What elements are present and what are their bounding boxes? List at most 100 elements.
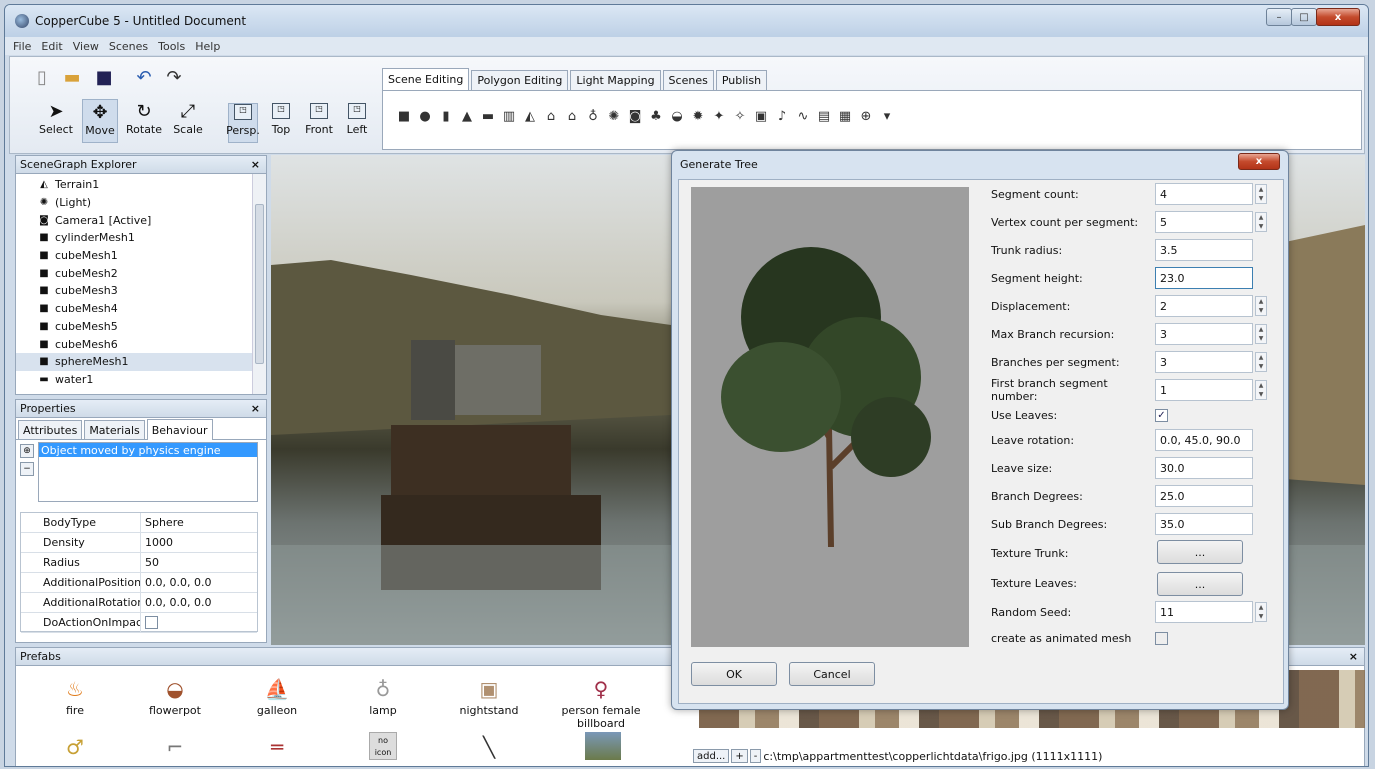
scenegraph-item-water1[interactable]: ▬ water1 [16, 371, 266, 389]
scenegraph-item-cubemesh4[interactable]: ■ cubeMesh4 [16, 300, 266, 318]
tab-scene-editing[interactable]: Scene Editing [382, 68, 470, 90]
tab-behaviour[interactable]: Behaviour [146, 419, 213, 440]
sphere-icon[interactable]: ● [416, 107, 434, 125]
minimize-button[interactable]: – [1266, 8, 1292, 26]
tree-icon[interactable]: ♣ [647, 107, 665, 125]
property-row[interactable]: BodyType Sphere [21, 513, 257, 533]
prefab-galleon[interactable]: ⛵ galleon [222, 674, 332, 717]
view-top-button[interactable]: ◳ Top [266, 103, 296, 143]
segment-height-input[interactable]: 23.0 [1155, 267, 1253, 289]
globe-icon[interactable]: ⊕ [857, 107, 875, 125]
light-bulb-icon[interactable]: ♁ [584, 107, 602, 125]
camera-icon[interactable]: ◙ [626, 107, 644, 125]
gradient-icon[interactable]: ▤ [815, 107, 833, 125]
scenegraph-item-light[interactable]: ✺ (Light) [16, 194, 266, 212]
more-icon[interactable]: ▾ [878, 107, 896, 125]
tab-publish[interactable]: Publish [715, 70, 768, 90]
do-action-checkbox[interactable] [145, 616, 158, 629]
tab-scenes[interactable]: Scenes [662, 70, 714, 90]
displacement-spinner[interactable]: ▲ ▼ [1255, 296, 1267, 316]
skybox-icon[interactable]: ▣ [752, 107, 770, 125]
prefab-flowerpot[interactable]: ◒ flowerpot [120, 674, 230, 717]
cancel-button[interactable]: Cancel [789, 662, 875, 686]
vertex-count-input[interactable]: 5 [1155, 211, 1253, 233]
max-branch-recursion-spinner[interactable]: ▲ ▼ [1255, 324, 1267, 344]
scenegraph-item-cubemesh3[interactable]: ■ cubeMesh3 [16, 282, 266, 300]
view-persp-button[interactable]: ◳ Persp. [226, 103, 260, 143]
prefab-lamp[interactable]: ♁ lamp [328, 674, 438, 717]
prefab-item[interactable]: ═ [222, 732, 332, 762]
cylinder-icon[interactable]: ▮ [437, 107, 455, 125]
water-icon[interactable]: ◒ [668, 107, 686, 125]
scenegraph-item-cubemesh6[interactable]: ■ cubeMesh6 [16, 335, 266, 353]
prefab-item[interactable]: ╲ [434, 732, 544, 762]
branch-degrees-input[interactable]: 25.0 [1155, 485, 1253, 507]
undo-icon[interactable]: ↶ [134, 67, 154, 88]
tab-polygon-editing[interactable]: Polygon Editing [471, 70, 569, 90]
open-folder-icon[interactable]: ▬ [62, 67, 82, 88]
move-tool-button[interactable]: ✥ Move [82, 99, 118, 143]
scenegraph-scroll-thumb[interactable] [255, 204, 264, 364]
view-left-button[interactable]: ◳ Left [342, 103, 372, 143]
trunk-radius-input[interactable]: 3.5 [1155, 239, 1253, 261]
prefab-item[interactable]: ♂ [20, 732, 130, 762]
overlay-icon[interactable]: ▦ [836, 107, 854, 125]
scenegraph-item-cubemesh1[interactable]: ■ cubeMesh1 [16, 247, 266, 265]
prefab-fire[interactable]: ♨ fire [20, 674, 130, 717]
grass-icon[interactable]: ✦ [710, 107, 728, 125]
scenegraph-item-camera[interactable]: ◙ Camera1 [Active] [16, 211, 266, 229]
add-behaviour-button[interactable]: ⊕ [20, 444, 34, 458]
menu-scenes[interactable]: Scenes [109, 40, 148, 53]
property-row[interactable]: DoActionOnImpact [21, 613, 257, 633]
add-texture-button[interactable]: add... [693, 749, 730, 763]
cube-icon[interactable]: ■ [395, 107, 413, 125]
texture-leaves-browse-button[interactable]: ... [1157, 572, 1243, 596]
vertex-count-spinner[interactable]: ▲ ▼ [1255, 212, 1267, 232]
prefabs-close-icon[interactable]: × [1349, 650, 1358, 663]
texture-trunk-browse-button[interactable]: ... [1157, 540, 1243, 564]
random-seed-spinner[interactable]: ▲ ▼ [1255, 602, 1267, 622]
tab-light-mapping[interactable]: Light Mapping [570, 70, 661, 90]
view-front-button[interactable]: ◳ Front [304, 103, 334, 143]
scenegraph-item-cubemesh5[interactable]: ■ cubeMesh5 [16, 318, 266, 336]
property-row[interactable]: AdditionalRotation 0.0, 0.0, 0.0 [21, 593, 257, 613]
properties-close-icon[interactable]: × [251, 402, 260, 415]
branches-per-segment-input[interactable]: 3 [1155, 351, 1253, 373]
sub-branch-degrees-input[interactable]: 35.0 [1155, 513, 1253, 535]
scenegraph-item-cylindermesh1[interactable]: ■ cylinderMesh1 [16, 229, 266, 247]
menu-help[interactable]: Help [195, 40, 220, 53]
prefab-nightstand[interactable]: ▣ nightstand [434, 674, 544, 717]
zoom-out-button[interactable]: - [749, 749, 762, 763]
particle-icon[interactable]: ✹ [689, 107, 707, 125]
house-icon[interactable]: ⌂ [563, 107, 581, 125]
save-icon[interactable]: ■ [94, 67, 114, 88]
curve-icon[interactable]: ∿ [794, 107, 812, 125]
segment-count-input[interactable]: 4 [1155, 183, 1253, 205]
menu-tools[interactable]: Tools [158, 40, 185, 53]
sound-icon[interactable]: ♪ [773, 107, 791, 125]
scenegraph-item-terrain[interactable]: ◭ Terrain1 [16, 176, 266, 194]
prefab-item[interactable]: no icon [328, 732, 438, 760]
displacement-input[interactable]: 2 [1155, 295, 1253, 317]
use-leaves-checkbox[interactable]: ✓ [1155, 408, 1168, 422]
billboard-icon[interactable]: ▥ [500, 107, 518, 125]
path-icon[interactable]: ✧ [731, 107, 749, 125]
zoom-in-button[interactable]: + [731, 749, 748, 763]
first-branch-segment-spinner[interactable]: ▲ ▼ [1255, 380, 1267, 400]
close-button[interactable]: x [1316, 8, 1360, 26]
property-row[interactable]: Radius 50 [21, 553, 257, 573]
scenegraph-item-cubemesh2[interactable]: ■ cubeMesh2 [16, 264, 266, 282]
dialog-close-icon[interactable]: x [1238, 153, 1280, 170]
building-icon[interactable]: ⌂ [542, 107, 560, 125]
animated-mesh-checkbox[interactable] [1155, 631, 1168, 645]
leave-size-input[interactable]: 30.0 [1155, 457, 1253, 479]
rotate-tool-button[interactable]: ↻ Rotate [126, 99, 162, 143]
tab-materials[interactable]: Materials [84, 420, 145, 439]
scenegraph-item-spheremesh1[interactable]: ■ sphereMesh1 [16, 352, 266, 371]
max-branch-recursion-input[interactable]: 3 [1155, 323, 1253, 345]
select-tool-button[interactable]: ➤ Select [38, 99, 74, 143]
scenegraph-close-icon[interactable]: × [251, 158, 260, 171]
cone-icon[interactable]: ▲ [458, 107, 476, 125]
menu-view[interactable]: View [73, 40, 99, 53]
new-file-icon[interactable]: ▯ [32, 67, 52, 88]
